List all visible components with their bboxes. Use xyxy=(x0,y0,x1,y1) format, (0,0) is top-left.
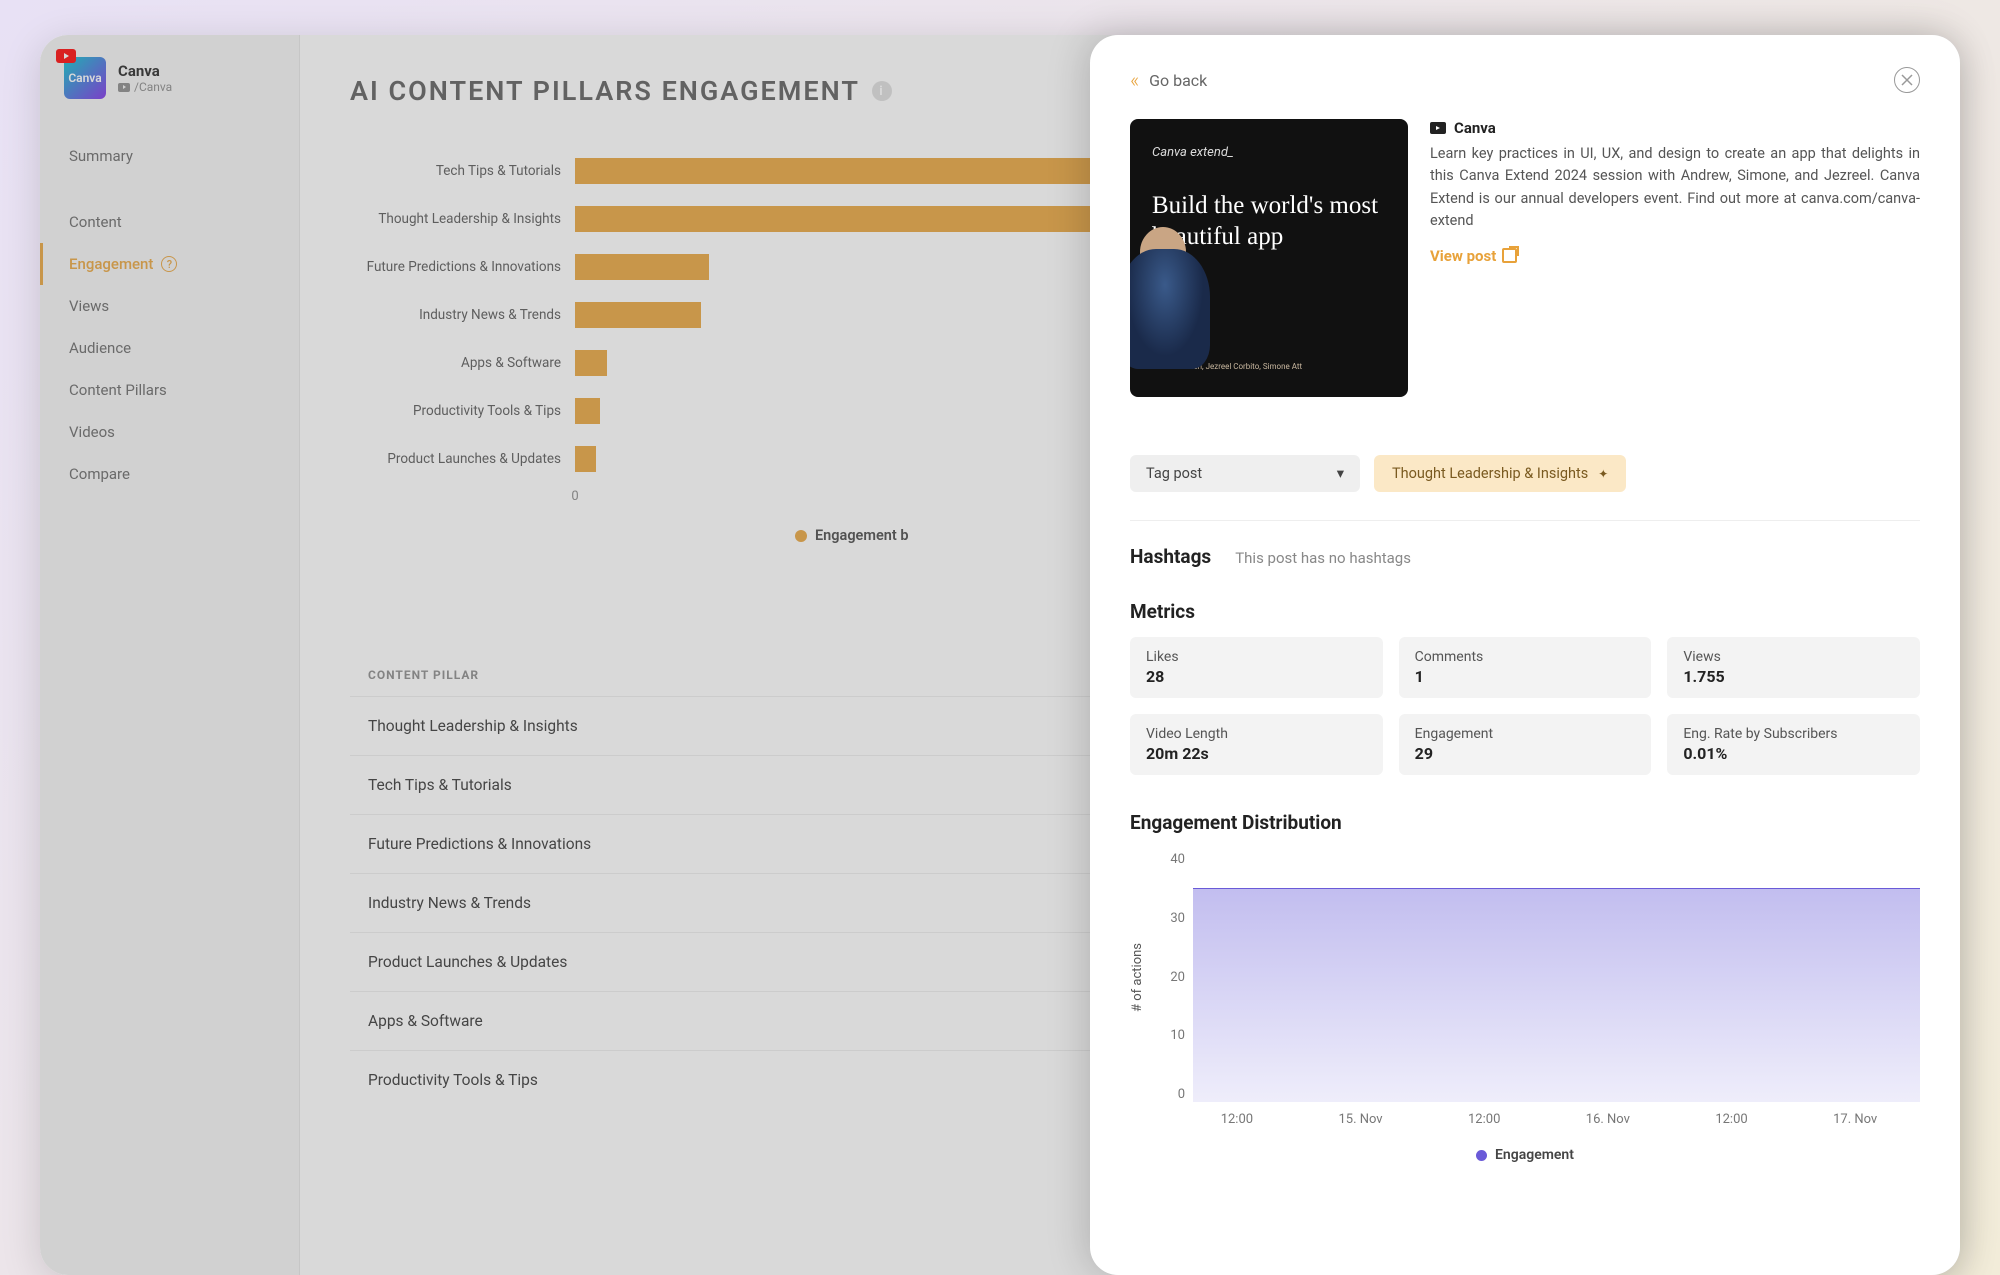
legend-dot-icon xyxy=(1476,1150,1487,1161)
youtube-badge-icon xyxy=(56,49,76,63)
dist-legend: Engagement xyxy=(1130,1147,1920,1163)
close-icon xyxy=(1901,74,1913,86)
bar-label: Industry News & Trends xyxy=(350,307,575,323)
post-detail-panel: « Go back Canva extend_ Build the world'… xyxy=(1090,35,1960,1275)
caret-down-icon: ▾ xyxy=(1337,465,1344,482)
bar-fill xyxy=(575,398,600,424)
youtube-icon xyxy=(1430,122,1446,134)
brand-logo-text: Canva xyxy=(68,71,101,85)
bar-label: Productivity Tools & Tips xyxy=(350,403,575,419)
bar-label: Tech Tips & Tutorials xyxy=(350,163,575,179)
metric-value: 1 xyxy=(1415,667,1636,686)
post-channel: Canva xyxy=(1430,119,1920,137)
metric-label: Comments xyxy=(1415,649,1636,665)
brand-block: Canva Canva /Canva xyxy=(40,57,299,123)
post-thumbnail[interactable]: Canva extend_ Build the world's most bea… xyxy=(1130,119,1408,397)
sidebar-item-views[interactable]: Views xyxy=(40,285,299,327)
metric-value: 29 xyxy=(1415,744,1636,763)
view-post-link[interactable]: View post xyxy=(1430,247,1517,265)
sparkle-icon: ✦ xyxy=(1598,467,1608,481)
youtube-icon xyxy=(118,83,130,92)
bar-fill xyxy=(575,446,596,472)
bar-fill xyxy=(575,254,709,280)
brand-handle: /Canva xyxy=(118,80,172,94)
metric-card: Views 1.755 xyxy=(1667,637,1920,698)
help-icon[interactable]: ? xyxy=(161,256,177,272)
thumb-title: Build the world's most beautiful app xyxy=(1152,190,1386,253)
metrics-grid: Likes 28 Comments 1 Views 1.755 Video Length 20… xyxy=(1130,637,1920,775)
metric-label: Engagement xyxy=(1415,726,1636,742)
metric-value: 0.01% xyxy=(1683,744,1904,763)
info-icon[interactable]: i xyxy=(872,81,892,101)
close-button[interactable] xyxy=(1894,67,1920,93)
bar-label: Future Predictions & Innovations xyxy=(350,259,575,275)
bar-label: Product Launches & Updates xyxy=(350,451,575,467)
sidebar-item-videos[interactable]: Videos xyxy=(40,411,299,453)
metric-label: Views xyxy=(1683,649,1904,665)
metric-card: Engagement 29 xyxy=(1399,714,1652,775)
legend-dot-icon xyxy=(795,530,807,542)
hashtags-empty-text: This post has no hashtags xyxy=(1235,549,1411,567)
external-link-icon xyxy=(1502,248,1517,263)
bar-fill xyxy=(575,302,701,328)
chevron-left-icon: « xyxy=(1130,68,1139,92)
metric-card: Video Length 20m 22s xyxy=(1130,714,1383,775)
tag-pill[interactable]: Thought Leadership & Insights ✦ xyxy=(1374,455,1626,492)
bar-label: Apps & Software xyxy=(350,355,575,371)
tag-post-select[interactable]: Tag post ▾ xyxy=(1130,455,1360,492)
post-description: Learn key practices in UI, UX, and desig… xyxy=(1430,143,1920,233)
engagement-distribution-chart: # of actions 403020100 xyxy=(1130,852,1920,1102)
dist-plot-area xyxy=(1193,852,1920,1102)
metric-card: Eng. Rate by Subscribers 0.01% xyxy=(1667,714,1920,775)
sidebar-item-compare[interactable]: Compare xyxy=(40,453,299,495)
sidebar: Canva Canva /Canva Summary Content Engag… xyxy=(40,35,300,1275)
dist-area-fill xyxy=(1193,888,1920,1102)
metric-label: Likes xyxy=(1146,649,1367,665)
dist-y-axis-label: # of actions xyxy=(1130,943,1145,1012)
metric-card: Comments 1 xyxy=(1399,637,1652,698)
sidebar-item-audience[interactable]: Audience xyxy=(40,327,299,369)
sidebar-item-content[interactable]: Content xyxy=(40,201,299,243)
go-back-button[interactable]: « Go back xyxy=(1130,68,1207,92)
hashtags-heading: Hashtags xyxy=(1130,545,1211,568)
sidebar-item-engagement[interactable]: Engagement ? xyxy=(40,243,299,285)
brand-name: Canva xyxy=(118,62,172,80)
metric-label: Eng. Rate by Subscribers xyxy=(1683,726,1904,742)
dist-x-axis: 12:0015. Nov12:0016. Nov12:0017. Nov xyxy=(1178,1112,1920,1127)
sidebar-item-content-pillars[interactable]: Content Pillars xyxy=(40,369,299,411)
thumb-logo: Canva extend_ xyxy=(1152,145,1386,160)
engagement-distribution-heading: Engagement Distribution xyxy=(1130,811,1920,834)
dist-y-axis: 403020100 xyxy=(1151,852,1185,1102)
metric-value: 20m 22s xyxy=(1146,744,1367,763)
bar-fill xyxy=(575,350,607,376)
bar-label: Thought Leadership & Insights xyxy=(350,211,575,227)
sidebar-item-summary[interactable]: Summary xyxy=(40,135,299,177)
metric-card: Likes 28 xyxy=(1130,637,1383,698)
metric-value: 1.755 xyxy=(1683,667,1904,686)
bar-fill xyxy=(575,206,1165,232)
metric-value: 28 xyxy=(1146,667,1367,686)
metrics-heading: Metrics xyxy=(1130,600,1920,623)
metric-label: Video Length xyxy=(1146,726,1367,742)
brand-logo: Canva xyxy=(64,57,106,99)
